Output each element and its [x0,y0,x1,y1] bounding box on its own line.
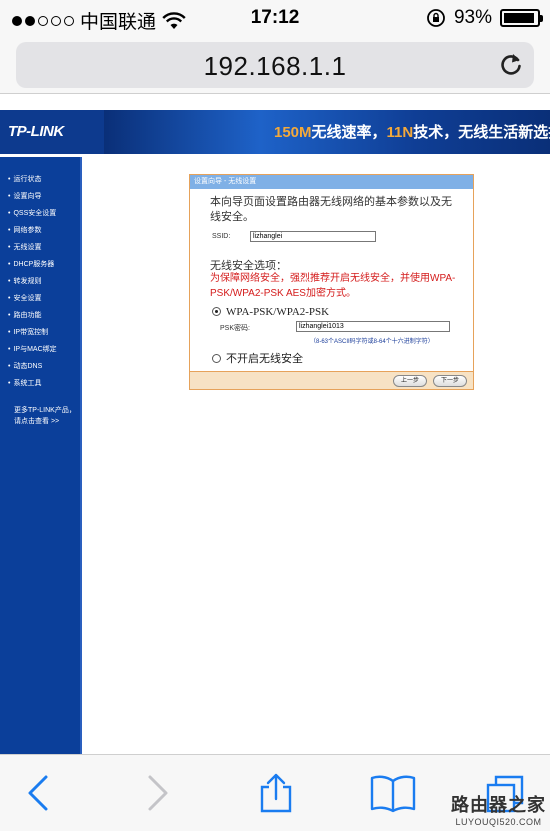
router-banner: TP-LINK 150M无线速率，11N技术，无线生活新选择 [0,110,550,154]
wizard-intro: 本向导页面设置路由器无线网络的基本参数以及无线安全。 [210,196,452,223]
address-bar-area: 192.168.1.1 [0,36,550,94]
rotation-lock-icon [427,9,445,27]
router-sidebar: 运行状态 设置向导 QSS安全设置 网络参数 无线设置 DHCP服务器 转发规则… [0,157,82,754]
ssid-input[interactable]: lizhanglei [250,231,376,242]
sidebar-item-forwarding[interactable]: 转发规则 [0,273,80,290]
sidebar-item-routing[interactable]: 路由功能 [0,307,80,324]
forward-icon[interactable] [136,773,176,813]
banner-slogan: 150M无线速率，11N技术，无线生活新选择 [274,124,550,141]
bookmarks-icon[interactable] [370,773,416,813]
sidebar-item-ddns[interactable]: 动态DNS [0,358,80,375]
wireless-setup-wizard: 设置向导 - 无线设置 本向导页面设置路由器无线网络的基本参数以及无线安全。 S… [189,174,474,390]
previous-step-button[interactable]: 上一步 [393,375,427,387]
battery-icon [500,9,543,27]
more-products-link[interactable]: 更多TP-LINK产品， 请点击查看 >> [14,405,76,427]
tp-link-logo: TP-LINK [0,110,104,154]
sidebar-item-dhcp[interactable]: DHCP服务器 [0,256,80,273]
security-warning: 为保障网络安全，强烈推荐开启无线安全，并使用WPA-PSK/WPA2-PSK A… [210,273,456,299]
browser-toolbar: 路由器之家 LUYOUQI520.COM [0,754,550,831]
sidebar-item-bandwidth[interactable]: IP带宽控制 [0,324,80,341]
battery-percent: 93% [453,7,492,28]
address-bar[interactable]: 192.168.1.1 [16,42,534,88]
psk-password-input[interactable]: lizhanglei1013 [296,321,450,332]
sidebar-item-system-tools[interactable]: 系统工具 [0,375,80,392]
sidebar-item-wireless[interactable]: 无线设置 [0,239,80,256]
share-icon[interactable] [256,773,296,813]
no-security-radio[interactable] [212,354,221,363]
sidebar-item-setup-wizard[interactable]: 设置向导 [0,188,80,205]
watermark: 路由器之家 LUYOUQI520.COM [451,795,546,827]
wizard-button-bar: 上一步 下一步 [190,371,473,389]
router-page: TP-LINK 150M无线速率，11N技术，无线生活新选择 运行状态 设置向导… [0,94,550,754]
psk-hint: （8-63个ASCII码字符或8-64个十六进制字符） [310,339,434,345]
next-step-button[interactable]: 下一步 [433,375,467,387]
url-text[interactable]: 192.168.1.1 [16,51,534,82]
status-bar: 中国联通 17:12 93% [0,0,550,36]
psk-label: PSK密码: [220,325,250,332]
option-wpa-psk[interactable]: WPA-PSK/WPA2-PSK [212,306,329,318]
ssid-label: SSID: [212,233,231,240]
sidebar-item-status[interactable]: 运行状态 [0,171,80,188]
sidebar-item-qss[interactable]: QSS安全设置 [0,205,80,222]
wpa-radio[interactable] [212,307,221,316]
reload-icon[interactable] [498,52,524,78]
back-icon[interactable] [18,773,58,813]
option-no-security[interactable]: 不开启无线安全 [212,350,303,366]
wizard-title: 设置向导 - 无线设置 [190,175,473,189]
sidebar-item-security[interactable]: 安全设置 [0,290,80,307]
sidebar-item-network[interactable]: 网络参数 [0,222,80,239]
sidebar-item-ip-mac[interactable]: IP与MAC绑定 [0,341,80,358]
